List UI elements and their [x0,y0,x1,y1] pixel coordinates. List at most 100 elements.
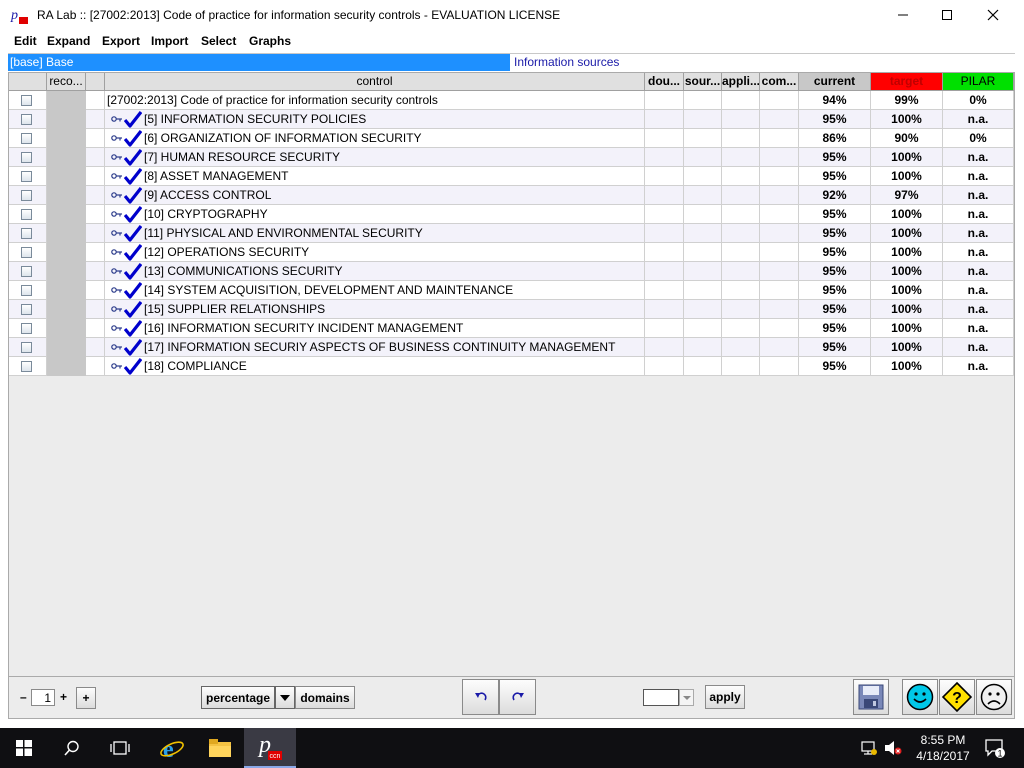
table-row[interactable]: [8] ASSET MANAGEMENT 95% 100% n.a. [9,167,1014,186]
table-row[interactable]: [11] PHYSICAL AND ENVIRONMENTAL SECURITY… [9,224,1014,243]
pilar-value[interactable]: n.a. [943,224,1014,243]
add-button[interactable]: + [76,687,96,709]
sour-cell[interactable] [684,300,722,319]
target-value[interactable]: 100% [871,224,943,243]
dou-cell[interactable] [645,319,684,338]
menu-select[interactable]: Select [201,34,236,48]
current-value[interactable]: 95% [799,319,871,338]
appli-cell[interactable] [722,243,760,262]
dou-cell[interactable] [645,300,684,319]
pilar-value[interactable]: 0% [943,129,1014,148]
table-row[interactable]: [14] SYSTEM ACQUISITION, DEVELOPMENT AND… [9,281,1014,300]
action-center-button[interactable]: 1 [980,728,1010,768]
current-value[interactable]: 95% [799,300,871,319]
dou-cell[interactable] [645,167,684,186]
minimize-button[interactable] [880,0,926,30]
com-cell[interactable] [760,357,799,376]
header-sour[interactable]: sour... [684,73,722,91]
control-cell[interactable]: [14] SYSTEM ACQUISITION, DEVELOPMENT AND… [105,281,645,300]
current-value[interactable]: 95% [799,148,871,167]
target-value[interactable]: 100% [871,148,943,167]
save-button[interactable] [853,679,889,715]
appli-cell[interactable] [722,91,760,110]
dou-cell[interactable] [645,281,684,300]
menu-expand[interactable]: Expand [47,34,90,48]
expand-key-icon[interactable] [111,153,123,161]
com-cell[interactable] [760,300,799,319]
dou-cell[interactable] [645,148,684,167]
level-plus-button[interactable]: + [60,690,67,704]
appli-cell[interactable] [722,148,760,167]
com-cell[interactable] [760,281,799,300]
row-checkbox[interactable] [21,228,32,239]
expand-key-icon[interactable] [111,210,123,218]
maximize-button[interactable] [924,0,970,30]
control-cell[interactable]: [7] HUMAN RESOURCE SECURITY [105,148,645,167]
row-checkbox[interactable] [21,190,32,201]
com-cell[interactable] [760,167,799,186]
network-tray-icon[interactable] [858,728,880,768]
current-value[interactable]: 95% [799,167,871,186]
appli-cell[interactable] [722,319,760,338]
control-cell[interactable]: [10] CRYPTOGRAPHY [105,205,645,224]
value-combo-dropdown[interactable] [679,689,694,706]
happy-face-button[interactable] [902,679,938,715]
sour-cell[interactable] [684,338,722,357]
percentage-select[interactable]: percentage [201,686,275,709]
sad-face-button[interactable] [976,679,1012,715]
com-cell[interactable] [760,110,799,129]
dou-cell[interactable] [645,205,684,224]
target-value[interactable]: 100% [871,262,943,281]
com-cell[interactable] [760,243,799,262]
internet-explorer-button[interactable]: e [148,728,196,768]
pilar-value[interactable]: n.a. [943,338,1014,357]
table-row[interactable]: [9] ACCESS CONTROL 92% 97% n.a. [9,186,1014,205]
header-control[interactable]: control [105,73,645,91]
dou-cell[interactable] [645,129,684,148]
row-checkbox[interactable] [21,361,32,372]
pilar-value[interactable]: n.a. [943,205,1014,224]
target-value[interactable]: 100% [871,300,943,319]
header-pilar[interactable]: PILAR [943,73,1014,91]
level-input[interactable]: 1 [31,689,55,706]
table-row[interactable]: [10] CRYPTOGRAPHY 95% 100% n.a. [9,205,1014,224]
current-value[interactable]: 95% [799,224,871,243]
pilar-value[interactable]: n.a. [943,110,1014,129]
appli-cell[interactable] [722,262,760,281]
control-cell[interactable]: [5] INFORMATION SECURITY POLICIES [105,110,645,129]
com-cell[interactable] [760,205,799,224]
menu-export[interactable]: Export [102,34,140,48]
pilar-value[interactable]: n.a. [943,357,1014,376]
pilar-value[interactable]: n.a. [943,186,1014,205]
table-row[interactable]: [6] ORGANIZATION OF INFORMATION SECURITY… [9,129,1014,148]
dou-cell[interactable] [645,357,684,376]
expand-key-icon[interactable] [111,305,123,313]
sour-cell[interactable] [684,148,722,167]
target-value[interactable]: 90% [871,129,943,148]
volume-tray-icon[interactable] [882,728,904,768]
appli-cell[interactable] [722,186,760,205]
row-checkbox[interactable] [21,152,32,163]
com-cell[interactable] [760,224,799,243]
table-row[interactable]: [5] INFORMATION SECURITY POLICIES 95% 100%… [9,110,1014,129]
com-cell[interactable] [760,338,799,357]
appli-cell[interactable] [722,167,760,186]
pilar-value[interactable]: n.a. [943,281,1014,300]
search-button[interactable] [48,728,96,768]
row-checkbox[interactable] [21,209,32,220]
header-dou[interactable]: dou... [645,73,684,91]
appli-cell[interactable] [722,224,760,243]
pilar-value[interactable]: n.a. [943,319,1014,338]
help-button[interactable]: ? [939,679,975,715]
menu-graphs[interactable]: Graphs [249,34,291,48]
appli-cell[interactable] [722,281,760,300]
control-cell[interactable]: [6] ORGANIZATION OF INFORMATION SECURITY [105,129,645,148]
sour-cell[interactable] [684,167,722,186]
control-cell[interactable]: [8] ASSET MANAGEMENT [105,167,645,186]
dou-cell[interactable] [645,224,684,243]
menu-import[interactable]: Import [151,34,188,48]
com-cell[interactable] [760,129,799,148]
value-combo[interactable] [643,689,679,706]
taskbar-clock[interactable]: 8:55 PM 4/18/2017 [912,732,974,764]
header-reco[interactable]: reco... [47,73,86,91]
